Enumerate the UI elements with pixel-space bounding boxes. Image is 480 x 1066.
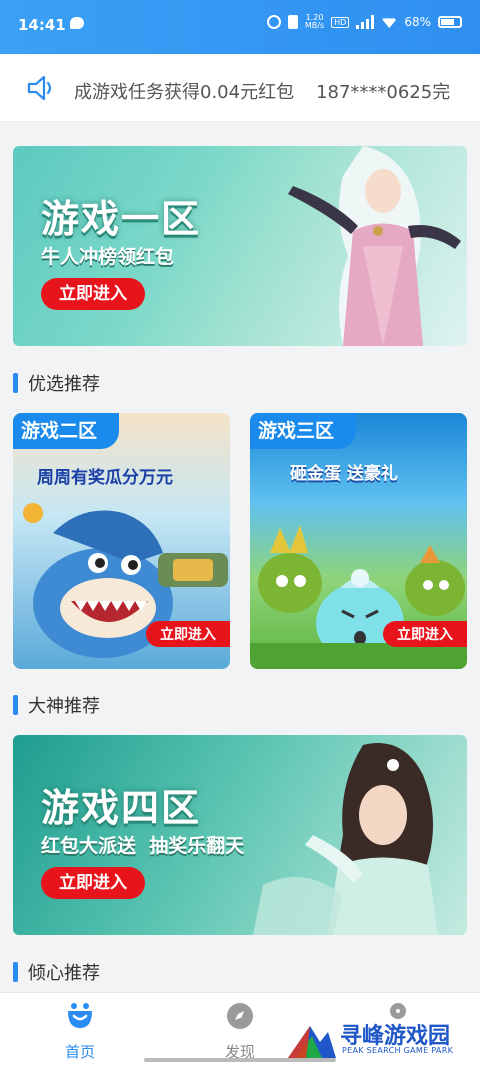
compass-icon [227, 1003, 253, 1029]
section-title: 倾心推荐 [28, 963, 100, 984]
enter-button[interactable]: 立即进入 [146, 621, 230, 647]
section-header-featured: 优选推荐 [13, 370, 100, 396]
enter-button[interactable]: 立即进入 [383, 621, 467, 647]
anime-girl-illustration [288, 146, 461, 346]
gesture-bar[interactable] [144, 1058, 336, 1062]
battery-icon [438, 16, 462, 28]
banner-game-zone-4[interactable]: 游戏四区 红包大派送 抽奖乐翻天 立即进入 [13, 735, 467, 935]
card-slogan: 周周有奖瓜分万元 [37, 468, 173, 488]
banner-title: 游戏四区 [41, 786, 202, 830]
nav-item-discover[interactable]: 发现 [200, 1001, 280, 1062]
card-game-zone-3[interactable]: 游戏三区 砸金蛋 送豪礼 立即进入 [250, 413, 467, 669]
section-header-experts: 大神推荐 [13, 692, 100, 718]
notice-bar[interactable]: 成游戏任务获得0.04元红包 187****0625完 [0, 54, 480, 122]
enter-button[interactable]: 立即进入 [41, 278, 145, 310]
card-slogan: 砸金蛋 送豪礼 [290, 464, 398, 484]
watermark-sub: PEAK SEARCH GAME PARK [342, 1046, 454, 1055]
message-icon [70, 17, 84, 29]
section-accent-bar [13, 373, 18, 393]
status-icons: 1.20 MB/s HD 68% [266, 13, 462, 30]
notice-marquee: 成游戏任务获得0.04元红包 187****0625完 [74, 78, 450, 104]
clock: 14:41 [18, 16, 66, 34]
banner-game-zone-1[interactable]: 游戏一区 牛人冲榜领红包 立即进入 [13, 146, 467, 346]
wifi-icon [381, 18, 398, 28]
alarm-icon [266, 15, 281, 29]
watermark-logo: 寻峰游戏园 PEAK SEARCH GAME PARK [286, 1018, 476, 1060]
heroine-illustration [253, 743, 438, 935]
banner-subtitle: 牛人冲榜领红包 [41, 246, 175, 268]
mountain-logo-icon [288, 1026, 336, 1058]
section-header-favorites: 倾心推荐 [13, 959, 100, 985]
card-game-zone-2[interactable]: 游戏二区 周周有奖瓜分万元 立即进入 [13, 413, 230, 669]
vibrate-icon [287, 15, 298, 29]
banner-title: 游戏一区 [41, 197, 202, 241]
notice-text-a: 成游戏任务获得0.04元红包 [74, 82, 295, 103]
section-title: 优选推荐 [28, 374, 100, 395]
card-tag: 游戏二区 [13, 413, 120, 449]
banner-subtitle: 红包大派送 抽奖乐翻天 [41, 835, 245, 857]
nav-label: 首页 [64, 1043, 95, 1061]
hd-icon: HD [331, 16, 350, 28]
card-tag: 游戏三区 [250, 413, 357, 449]
net-speed: 1.20 MB/s [304, 13, 325, 30]
section-title: 大神推荐 [28, 696, 100, 717]
nav-item-home[interactable]: 首页 [40, 1001, 120, 1062]
section-accent-bar [13, 962, 18, 982]
home-face-icon [68, 1003, 92, 1028]
signal-icon [356, 15, 375, 29]
enter-button[interactable]: 立即进入 [41, 867, 145, 899]
notice-text-b: 187****0625完 [316, 82, 451, 103]
status-bar: 14:41 1.20 MB/s HD 68% [0, 0, 480, 54]
section-accent-bar [13, 695, 18, 715]
speaker-icon [27, 75, 52, 101]
battery-percent: 68% [404, 15, 431, 29]
